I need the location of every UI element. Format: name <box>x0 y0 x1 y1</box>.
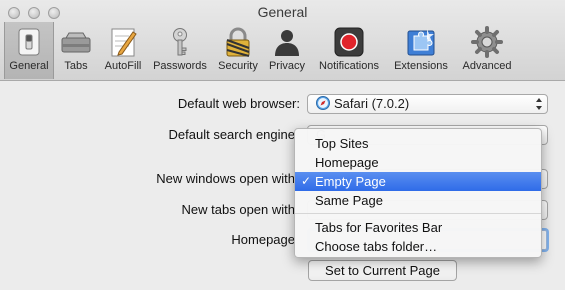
new-windows-menu: Top Sites Homepage ✓ Empty Page Same Page… <box>294 128 542 258</box>
tab-label: Extensions <box>394 60 448 72</box>
lock-icon <box>226 27 250 58</box>
tab-label: Security <box>218 60 258 72</box>
tabs-icon <box>61 32 91 53</box>
search-engine-label: Default search engine <box>168 127 295 142</box>
tab-security[interactable]: Security <box>214 24 262 78</box>
default-browser-label: Default web browser: <box>177 96 300 111</box>
new-windows-label: New windows open with <box>156 171 295 186</box>
menu-item-choose-tabs-folder[interactable]: Choose tabs folder… <box>295 237 541 256</box>
tab-tabs[interactable]: Tabs <box>56 24 96 78</box>
checkmark-icon: ✓ <box>301 174 312 188</box>
tab-general[interactable]: General <box>4 22 54 79</box>
person-icon <box>275 30 299 56</box>
tab-label: Privacy <box>268 60 306 72</box>
tab-extensions[interactable]: Extensions <box>389 24 453 78</box>
tab-notifications[interactable]: Notifications <box>313 24 385 78</box>
autofill-icon <box>111 28 137 57</box>
menu-item-tabs-for-favorites-bar[interactable]: Tabs for Favorites Bar <box>295 218 541 237</box>
homepage-label: Homepage <box>231 232 295 247</box>
tab-passwords[interactable]: Passwords <box>150 24 210 78</box>
key-icon <box>173 28 187 56</box>
menu-item-same-page[interactable]: Same Page <box>295 191 541 210</box>
puzzle-icon <box>407 29 435 56</box>
tab-label: General <box>9 60 49 72</box>
menu-item-empty-page[interactable]: ✓ Empty Page <box>295 172 541 191</box>
default-browser-popup[interactable]: Safari (7.0.2) <box>307 94 548 114</box>
switch-icon <box>18 28 40 56</box>
tab-privacy[interactable]: Privacy <box>265 24 309 78</box>
gear-icon <box>471 26 503 58</box>
set-to-current-page-button[interactable]: Set to Current Page <box>308 260 457 281</box>
tab-label: AutoFill <box>104 60 142 72</box>
notifications-icon <box>334 27 364 57</box>
tab-label: Notifications <box>319 60 379 72</box>
tab-label: Tabs <box>64 60 88 72</box>
new-tabs-label: New tabs open with <box>181 202 295 217</box>
menu-item-homepage[interactable]: Homepage <box>295 153 541 172</box>
tab-label: Advanced <box>462 60 512 72</box>
menu-item-top-sites[interactable]: Top Sites <box>295 134 541 153</box>
menu-separator <box>295 213 541 214</box>
safari-icon <box>316 96 330 110</box>
tab-advanced[interactable]: Advanced <box>457 24 517 78</box>
toolbar: General General Tabs AutoFill Passwords … <box>0 0 565 81</box>
popup-arrows-icon <box>536 98 542 110</box>
menu-item-label: Empty Page <box>315 174 386 189</box>
default-browser-value: Safari (7.0.2) <box>334 96 410 111</box>
tab-label: Passwords <box>153 60 207 72</box>
tab-autofill[interactable]: AutoFill <box>99 24 147 78</box>
window-title: General <box>257 4 308 20</box>
preferences-window: General General Tabs AutoFill Passwords … <box>0 0 565 290</box>
